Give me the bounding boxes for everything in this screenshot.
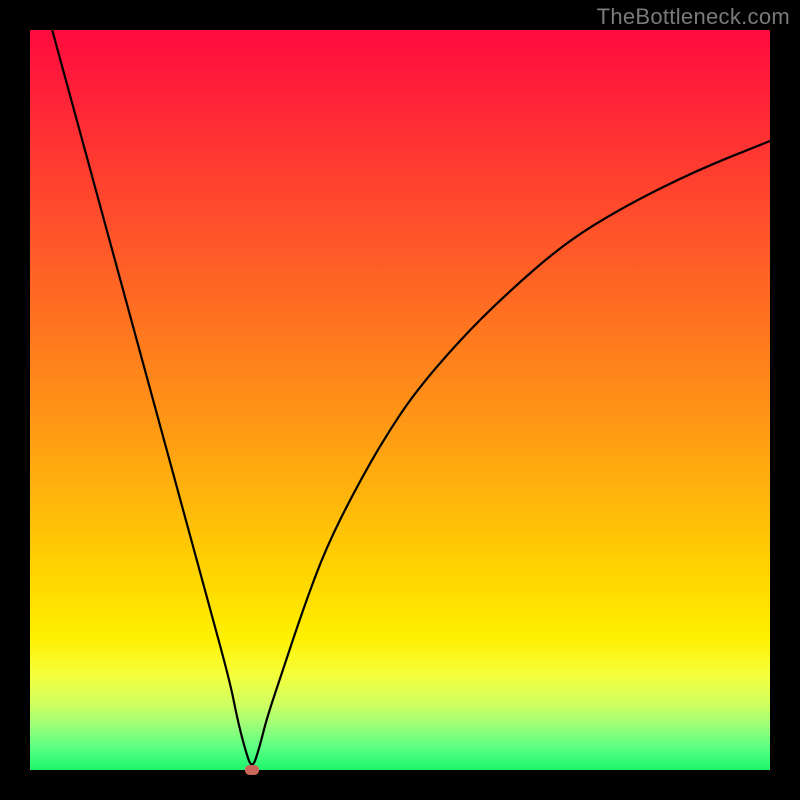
watermark-text: TheBottleneck.com — [597, 4, 790, 30]
bottleneck-curve — [52, 30, 770, 764]
curve-svg — [30, 30, 770, 770]
chart-frame: TheBottleneck.com — [0, 0, 800, 800]
plot-area — [30, 30, 770, 770]
minimum-marker — [245, 765, 259, 775]
